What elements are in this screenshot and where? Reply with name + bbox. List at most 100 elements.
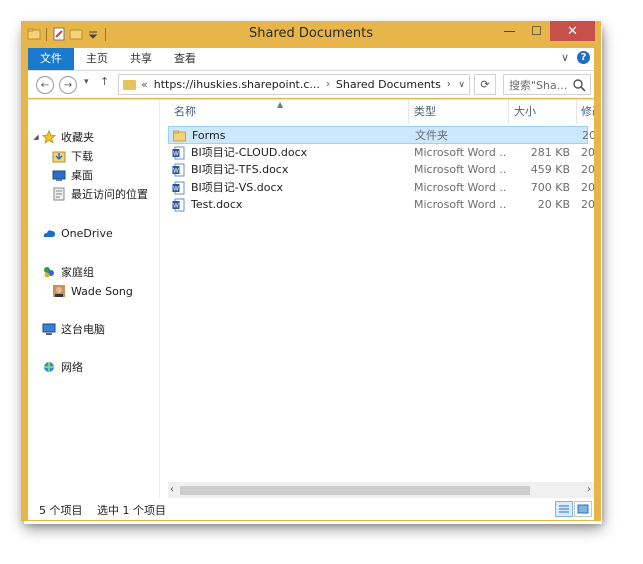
nav-label: 家庭组	[61, 266, 94, 279]
details-view-button[interactable]	[555, 501, 573, 517]
column-header-type[interactable]: 类型	[414, 100, 436, 124]
scroll-left-icon[interactable]: ‹	[170, 484, 174, 495]
scrollbar-thumb[interactable]	[180, 486, 530, 495]
back-button[interactable]: ←	[36, 76, 54, 94]
word-document-icon: W	[172, 198, 185, 212]
avatar	[52, 284, 66, 298]
large-icons-view-icon	[577, 504, 589, 514]
nav-homegroup-user[interactable]: Wade Song	[52, 282, 133, 300]
nav-recent[interactable]: 最近访问的位置	[52, 185, 148, 203]
column-divider[interactable]	[508, 100, 509, 124]
content-area: ◢ 收藏夹 下载 桌面 最近访问的位置 OneDrive 家庭组 Wade So…	[28, 99, 594, 499]
tab-view[interactable]: 查看	[168, 48, 202, 70]
nav-label: 桌面	[71, 169, 93, 182]
file-type-cell: Microsoft Word ...	[414, 180, 506, 194]
table-row[interactable]: W BI项目记-TFS.docx Microsoft Word ... 459 KB 2…	[168, 161, 594, 179]
nav-label: 下载	[71, 150, 93, 163]
breadcrumb-item[interactable]: Shared Documents	[336, 78, 441, 91]
help-button[interactable]: ?	[577, 51, 590, 64]
table-row[interactable]: W BI项目记-CLOUD.docx Microsoft Word ... 281 K…	[168, 144, 594, 162]
tab-home[interactable]: 主页	[80, 48, 114, 70]
computer-icon	[42, 322, 56, 336]
file-name-cell: BI项目记-CLOUD.docx	[191, 145, 308, 159]
collapse-icon[interactable]: ◢	[32, 130, 40, 144]
word-document-icon: W	[172, 146, 185, 159]
file-type-cell: 文件夹	[415, 129, 448, 142]
title-bar[interactable]: Shared Documents — ☐ ✕	[21, 21, 601, 47]
table-row[interactable]: Forms 文件夹 2013/1	[168, 126, 594, 144]
breadcrumb-item[interactable]: https://ihuskies.sharepoint.c...	[154, 78, 320, 91]
file-name-cell: Test.docx	[191, 198, 243, 211]
network-icon	[42, 360, 56, 374]
column-header-name[interactable]: 名称	[174, 100, 196, 124]
file-size-cell: 281 KB	[530, 145, 570, 159]
table-row[interactable]: W Test.docx Microsoft Word ... 20 KB 2015/5/	[168, 196, 594, 214]
search-input[interactable]: 搜索"Sha...	[503, 74, 591, 95]
navigation-pane: ◢ 收藏夹 下载 桌面 最近访问的位置 OneDrive 家庭组 Wade So…	[28, 100, 160, 499]
svg-text:W: W	[173, 203, 179, 210]
maximize-button[interactable]: ☐	[523, 21, 550, 41]
search-placeholder: 搜索"Sha...	[509, 78, 568, 92]
file-modified-cell: 2015/5/	[581, 145, 594, 159]
expand-ribbon-button[interactable]: ∨	[561, 51, 569, 64]
file-type-cell: Microsoft Word ...	[414, 163, 506, 176]
minimize-button[interactable]: —	[496, 21, 523, 41]
nav-label: 这台电脑	[61, 323, 105, 336]
tab-share[interactable]: 共享	[124, 48, 158, 70]
table-row[interactable]: W BI项目记-VS.docx Microsoft Word ... 700 KB 20…	[168, 179, 594, 197]
file-modified-cell: 2015/5/	[581, 163, 594, 176]
column-header-modified[interactable]: 修改日期	[581, 100, 594, 124]
tab-file[interactable]: 文件	[28, 48, 74, 70]
nav-homegroup[interactable]: 家庭组	[42, 263, 94, 281]
svg-text:W: W	[173, 185, 179, 192]
ribbon-right: ∨ ?	[561, 51, 590, 64]
explorer-window: Shared Documents — ☐ ✕ 文件 主页 共享 查看 ∨ ? ←…	[21, 21, 601, 521]
details-view-icon	[559, 505, 569, 513]
nav-this-pc[interactable]: 这台电脑	[42, 320, 105, 338]
refresh-button[interactable]: ⟳	[474, 74, 496, 95]
window-controls: — ☐ ✕	[496, 21, 595, 41]
selection-count: 选中 1 个项目	[97, 504, 166, 517]
status-bar: 5 个项目 选中 1 个项目	[28, 498, 594, 520]
nav-onedrive[interactable]: OneDrive	[42, 224, 113, 242]
file-name-cell: BI项目记-VS.docx	[191, 180, 284, 194]
file-list: ▲ 名称 类型 大小 修改日期 Forms 文件夹 2013/1 W BI项目记-CLO…	[168, 100, 594, 499]
breadcrumb-overflow[interactable]: «	[141, 78, 148, 91]
column-divider[interactable]	[408, 100, 409, 124]
recent-places-icon	[52, 187, 66, 201]
nav-desktop[interactable]: 桌面	[52, 166, 93, 184]
nav-downloads[interactable]: 下载	[52, 147, 93, 165]
svg-text:W: W	[173, 150, 179, 157]
svg-text:W: W	[173, 168, 179, 175]
nav-label: Wade Song	[71, 284, 133, 298]
nav-favorites[interactable]: ◢ 收藏夹	[32, 128, 94, 146]
up-button[interactable]: ↑	[100, 75, 109, 88]
column-header-size[interactable]: 大小	[514, 100, 536, 124]
scroll-right-icon[interactable]: ›	[587, 484, 591, 495]
recent-locations-button[interactable]: ▾	[84, 77, 89, 87]
desktop-icon	[52, 168, 66, 182]
file-size-cell: 700 KB	[530, 180, 570, 194]
file-size-cell: 459 KB	[530, 163, 570, 176]
large-icons-view-button[interactable]	[574, 501, 592, 517]
chevron-right-icon[interactable]: ›	[447, 79, 451, 90]
horizontal-scrollbar[interactable]: ‹ ›	[168, 482, 594, 499]
nav-network[interactable]: 网络	[42, 358, 83, 376]
forward-button[interactable]: →	[59, 76, 77, 94]
word-document-icon: W	[172, 181, 185, 194]
folder-icon	[123, 79, 136, 90]
nav-label: 最近访问的位置	[71, 188, 148, 201]
onedrive-icon	[42, 226, 56, 240]
close-button[interactable]: ✕	[550, 21, 595, 41]
file-type-cell: Microsoft Word ...	[414, 198, 506, 211]
file-size-cell: 20 KB	[537, 198, 570, 211]
file-modified-cell: 2013/1	[582, 129, 594, 142]
chevron-right-icon[interactable]: ›	[326, 79, 330, 90]
column-divider[interactable]	[576, 100, 577, 124]
file-modified-cell: 2015/5/	[581, 180, 594, 194]
nav-label: OneDrive	[61, 226, 113, 240]
file-name-cell: Forms	[192, 129, 226, 142]
address-box[interactable]: « https://ihuskies.sharepoint.c... › Sha…	[118, 74, 470, 95]
address-dropdown-icon[interactable]: ∨	[458, 80, 465, 90]
address-bar-row: ← → ▾ ↑ « https://ihuskies.sharepoint.c.…	[28, 71, 594, 98]
